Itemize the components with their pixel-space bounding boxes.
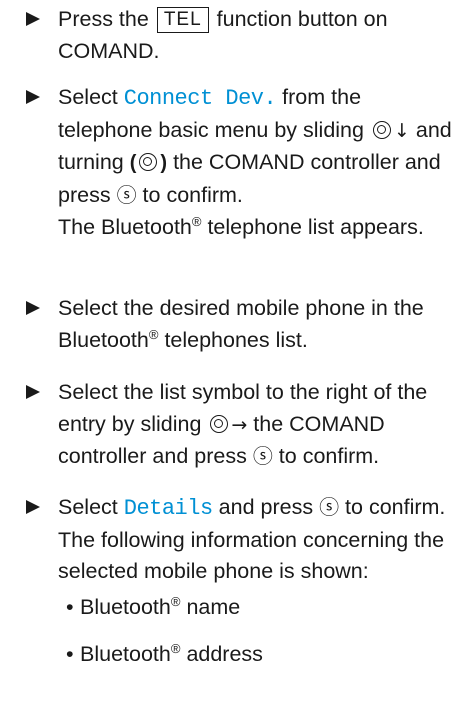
step-marker-icon: [26, 301, 40, 315]
step-select-details: Select Details and press ⓢ to confirm. T…: [26, 492, 456, 588]
bullet-icon: •: [66, 642, 74, 666]
step-text: Press the: [58, 7, 149, 31]
press-controller-icon: ⓢ: [319, 497, 340, 519]
step-select-phone: Select the desired mobile phone in the B…: [26, 293, 456, 356]
result-text: The Bluetooth: [58, 215, 192, 239]
step-connect-dev: Select Connect Dev. from the telephone b…: [26, 82, 456, 244]
controller-knob-icon: [372, 120, 391, 139]
step-press-tel: Press the TEL function button on COMAND.: [26, 4, 456, 67]
list-item-text: Bluetooth: [80, 595, 171, 619]
slide-right-arrow-icon: →: [231, 413, 248, 436]
list-item-text: Bluetooth: [80, 642, 171, 666]
step-text: and press: [218, 495, 314, 519]
step-marker-icon: [26, 90, 40, 104]
registered-mark: ®: [148, 326, 159, 342]
slide-down-arrow-icon: ↓: [393, 119, 410, 142]
registered-mark: ®: [191, 213, 202, 229]
registered-mark: ®: [170, 640, 181, 656]
list-item-bluetooth-address: • Bluetooth® address: [58, 639, 458, 671]
step-marker-icon: [26, 12, 40, 26]
tel-button-label: TEL: [156, 7, 209, 33]
list-item-bluetooth-name: • Bluetooth® name: [58, 592, 458, 624]
step-text: Select: [58, 85, 118, 109]
step-text: Select: [58, 495, 118, 519]
step-select-list-symbol: Select the list symbol to the right of t…: [26, 377, 456, 474]
instruction-page: Press the TEL function button on COMAND.…: [0, 0, 460, 714]
step-marker-icon: [26, 385, 40, 399]
info-line: The following information concerning the…: [58, 527, 445, 584]
press-controller-icon: ⓢ: [252, 446, 273, 468]
turn-left-icon: (: [129, 152, 137, 174]
bullet-icon: •: [66, 595, 74, 619]
registered-mark: ®: [170, 593, 181, 609]
step-text: telephones list.: [164, 327, 308, 352]
press-controller-icon: ⓢ: [116, 184, 137, 207]
step-text: to confirm.: [345, 495, 446, 519]
menu-item-connect-dev: Connect Dev.: [123, 86, 277, 111]
result-line: The Bluetooth® telephone list appears.: [58, 212, 456, 244]
step-marker-icon: [26, 500, 40, 514]
list-item-text: name: [186, 595, 241, 619]
result-text: telephone list appears.: [207, 215, 424, 239]
controller-knob-icon: [210, 414, 229, 433]
turn-right-icon: ): [160, 152, 168, 174]
menu-item-details: Details: [123, 496, 213, 521]
list-item-text: address: [186, 642, 263, 666]
step-text: to confirm.: [142, 182, 243, 207]
controller-knob-icon: [139, 153, 158, 171]
step-text: to confirm.: [278, 444, 380, 468]
